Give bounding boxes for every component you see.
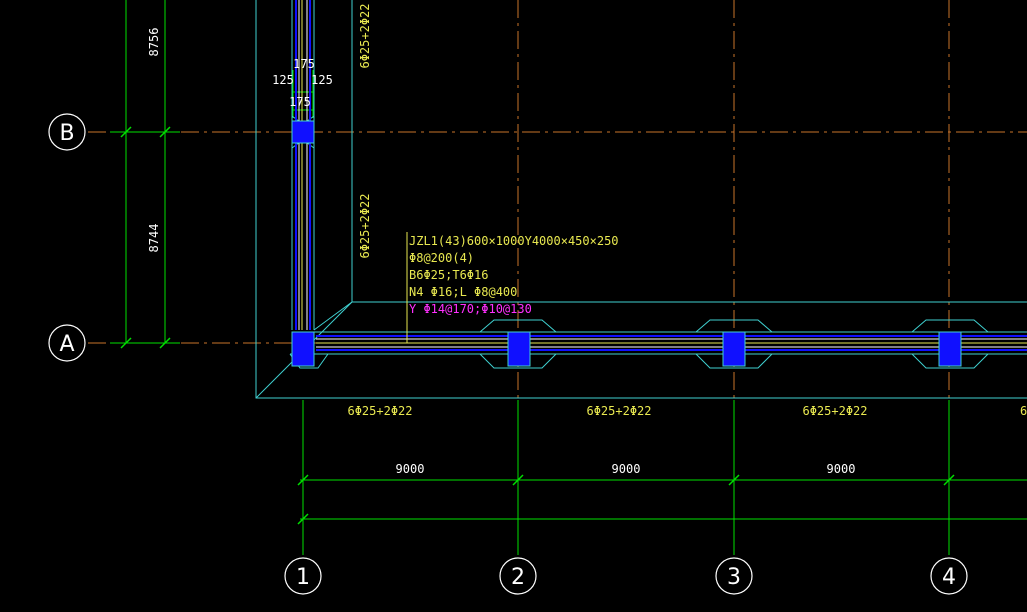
- column-A2[interactable]: [507, 331, 531, 367]
- axis-bubble-2[interactable]: 2: [511, 565, 525, 590]
- column-A4[interactable]: [938, 331, 962, 367]
- dimension-text-col-top: 175: [293, 57, 315, 71]
- columns: [291, 120, 962, 367]
- dimension-lines: [110, 0, 1027, 555]
- dimension-text-9000-3: 9000: [827, 462, 856, 476]
- cad-drawing-canvas[interactable]: B A 1 2 3 4 8756 8744 9000 9000 9000 125…: [0, 0, 1027, 612]
- rebar-label-vertical-mid: 6Φ25+2Φ22: [358, 193, 372, 258]
- beam-annotation-line3: B6Φ25;T6Φ16: [409, 268, 488, 282]
- beam-annotation-line4: N4 Φ16;L Φ8@400: [409, 285, 517, 299]
- column-A3[interactable]: [722, 331, 746, 367]
- beam-annotation-line5: Y Φ14@170;Φ10@130: [409, 302, 532, 316]
- rebar-label-bottom-4: 6: [1020, 404, 1027, 418]
- column-B1[interactable]: [291, 120, 315, 144]
- rebar-label-bottom-2: 6Φ25+2Φ22: [586, 404, 651, 418]
- axis-bubble-3[interactable]: 3: [727, 565, 741, 590]
- axis-bubble-1[interactable]: 1: [296, 565, 310, 590]
- beam-annotation-line1: JZL1(43)600×1000Y4000×450×250: [409, 234, 619, 248]
- rebar-label-bottom-3: 6Φ25+2Φ22: [802, 404, 867, 418]
- dimension-text-col-bottom: 175: [289, 95, 311, 109]
- dimension-text-col-right: 125: [311, 73, 333, 87]
- column-A1[interactable]: [291, 331, 315, 367]
- rebar-label-bottom-1: 6Φ25+2Φ22: [347, 404, 412, 418]
- beam-annotation[interactable]: JZL1(43)600×1000Y4000×450×250 Φ8@200(4) …: [409, 234, 619, 316]
- dimension-text-9000-1: 9000: [396, 462, 425, 476]
- beam-rebar-lines: [295, 0, 1027, 351]
- dimension-text-vertical-mid: 8744: [147, 224, 161, 253]
- dimension-text-9000-2: 9000: [612, 462, 641, 476]
- axis-bubble-4[interactable]: 4: [942, 565, 956, 590]
- beam-annotation-line2: Φ8@200(4): [409, 251, 474, 265]
- rebar-label-vertical-top: 6Φ25+2Φ22: [358, 3, 372, 68]
- dimension-text-vertical-top: 8756: [147, 28, 161, 57]
- dimension-text-col-left: 125: [272, 73, 294, 87]
- axis-bubble-A[interactable]: A: [59, 332, 74, 357]
- axis-bubble-B[interactable]: B: [59, 121, 74, 146]
- axis-grid-lines: [88, 0, 1027, 555]
